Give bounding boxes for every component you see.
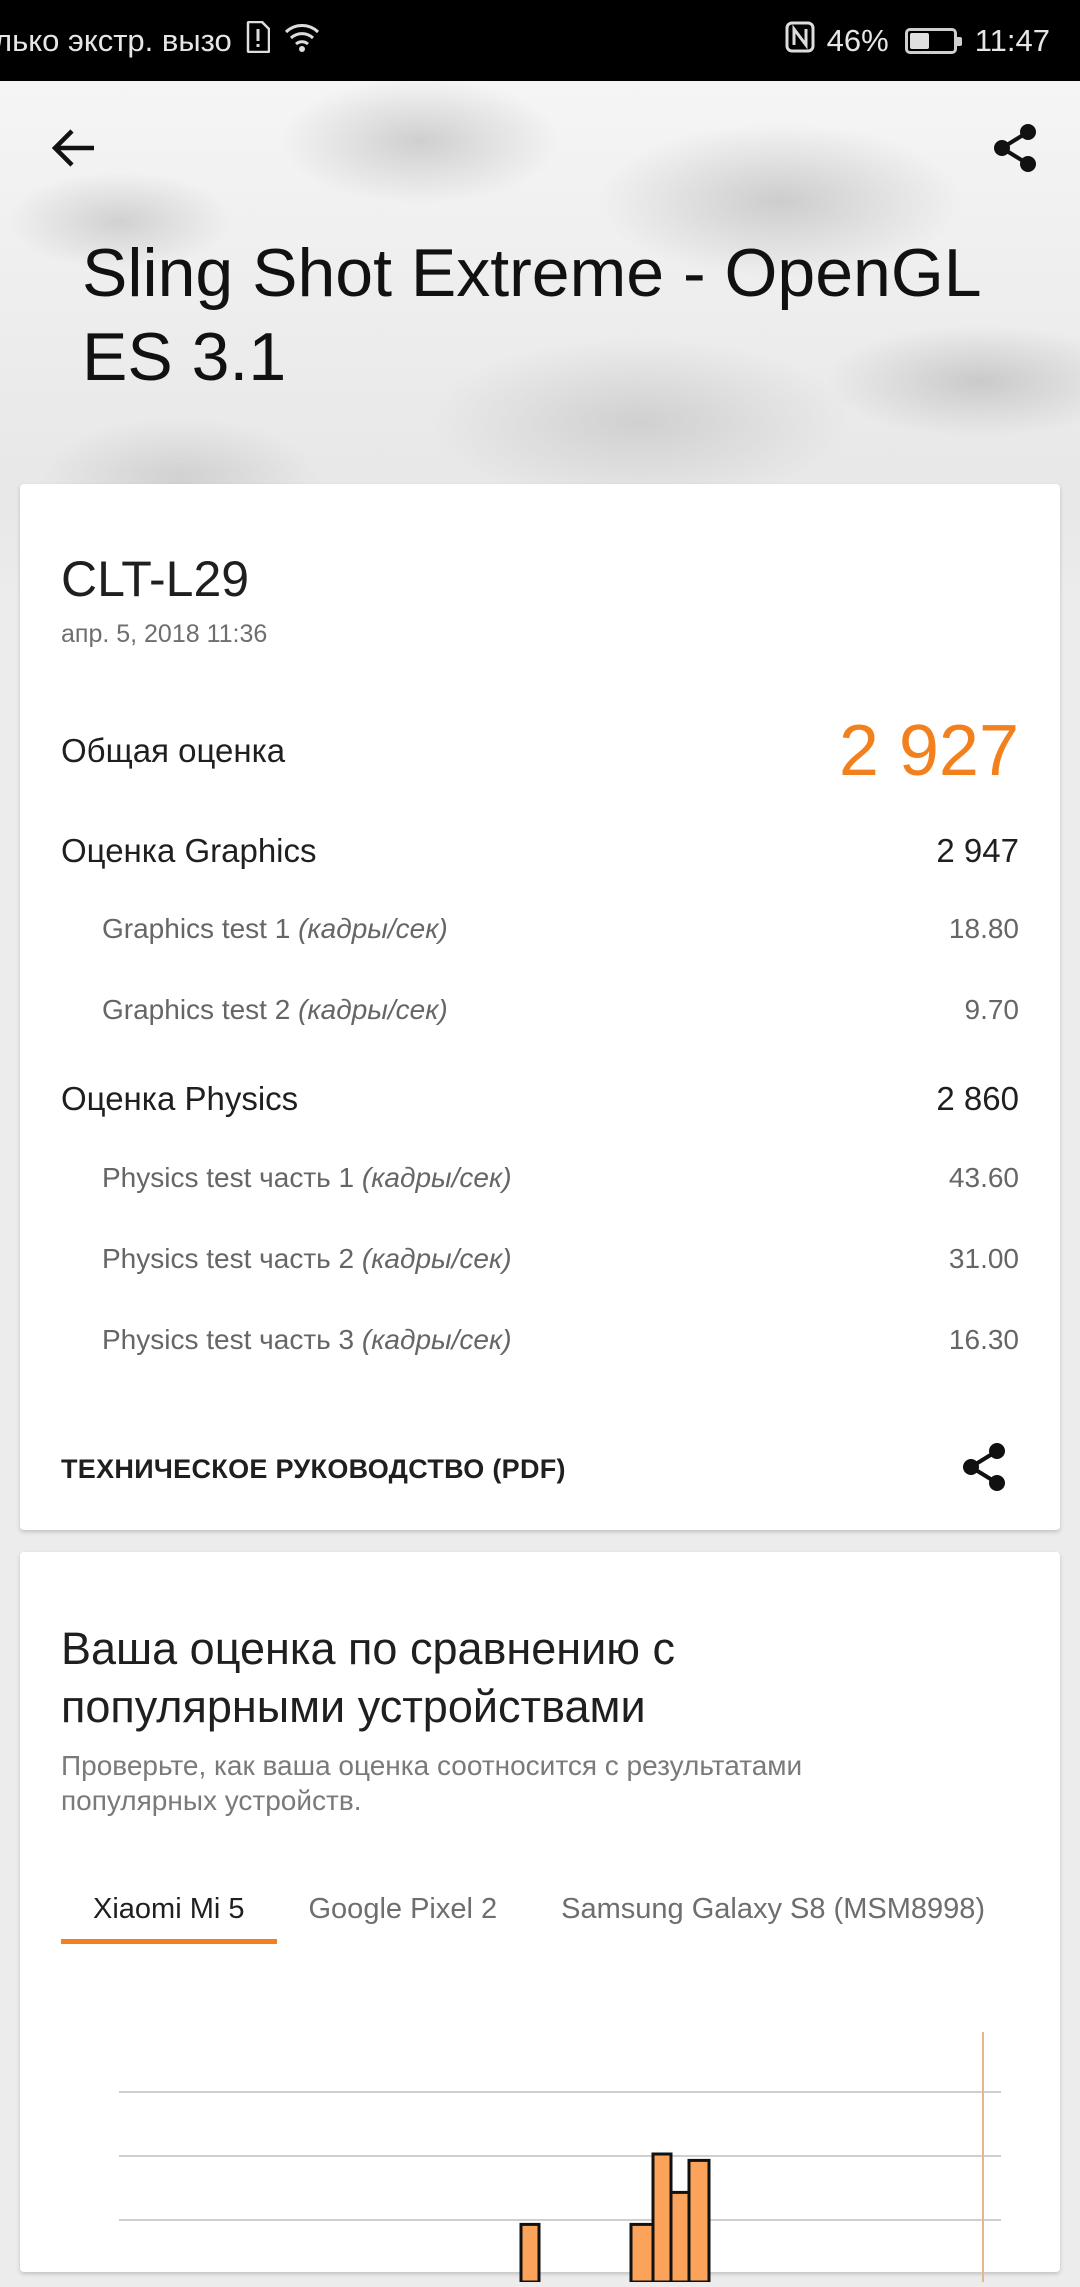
graphics-test-1-value: 18.80 xyxy=(948,913,1019,944)
device-name: CLT-L29 xyxy=(61,551,250,607)
graphics-test-2-unit: (кадры/сек) xyxy=(298,994,448,1025)
graphics-score-value: 2 947 xyxy=(936,832,1019,869)
physics-test-1-label: Physics test часть 1 xyxy=(102,1162,355,1193)
overall-score-row: Общая оценка 2 927 xyxy=(61,706,1019,796)
tab-google-pixel-2[interactable]: Google Pixel 2 xyxy=(277,1874,530,1944)
physics-score-label: Оценка Physics xyxy=(61,1080,299,1117)
physics-test-3-row: Physics test часть 3 (кадры/сек) 16.30 xyxy=(102,1320,1019,1360)
share-icon xyxy=(990,122,1040,179)
histogram-bar xyxy=(629,2222,655,2284)
physics-test-2-value: 31.00 xyxy=(948,1243,1019,1274)
physics-test-1-row: Physics test часть 1 (кадры/сек) 43.60 xyxy=(102,1158,1019,1198)
physics-score-value: 2 860 xyxy=(936,1080,1019,1117)
sim-alert-icon xyxy=(246,20,271,61)
wifi-icon xyxy=(284,21,320,61)
technical-guide-link[interactable]: ТЕХНИЧЕСКОЕ РУКОВОДСТВО (PDF) xyxy=(61,1434,1019,1504)
physics-test-2-label: Physics test часть 2 xyxy=(102,1243,355,1274)
physics-test-3-label: Physics test часть 3 xyxy=(102,1324,355,1355)
comparison-card: Ваша оценка по сравнению с популярными у… xyxy=(20,1552,1060,2284)
graphics-score-row: Оценка Graphics 2 947 xyxy=(61,826,1019,876)
histogram-bar xyxy=(669,2190,691,2284)
share-button[interactable] xyxy=(980,115,1050,185)
clock: 11:47 xyxy=(974,22,1050,58)
physics-test-2-row: Physics test часть 2 (кадры/сек) 31.00 xyxy=(102,1239,1019,1279)
graphics-score-label: Оценка Graphics xyxy=(61,832,317,869)
overall-score-value: 2 927 xyxy=(838,711,1019,791)
graphics-test-2-label: Graphics test 2 xyxy=(102,994,291,1025)
physics-test-2-unit: (кадры/сек) xyxy=(361,1243,512,1274)
graphics-test-1-label: Graphics test 1 xyxy=(102,913,291,944)
tab-samsung-galaxy-s8[interactable]: Samsung Galaxy S8 (MSM8998) xyxy=(529,1874,1017,1944)
comparison-subtitle: Проверьте, как ваша оценка соотносится с… xyxy=(61,1750,803,1816)
physics-test-3-value: 16.30 xyxy=(948,1324,1019,1355)
technical-guide-label: ТЕХНИЧЕСКОЕ РУКОВОДСТВО (PDF) xyxy=(61,1453,566,1484)
graphics-test-1-unit: (кадры/сек) xyxy=(298,913,448,944)
page-title: Sling Shot Extreme - OpenGL ES 3.1 xyxy=(82,235,980,395)
physics-test-1-value: 43.60 xyxy=(948,1162,1019,1193)
comparison-title: Ваша оценка по сравнению с популярными у… xyxy=(61,1623,676,1732)
result-card: CLT-L29 апр. 5, 2018 11:36 Общая оценка … xyxy=(20,484,1060,1530)
score-histogram xyxy=(61,2032,1021,2284)
nfc-icon xyxy=(785,21,815,61)
share-icon xyxy=(959,1441,1009,1498)
battery-icon xyxy=(904,27,962,54)
physics-score-row: Оценка Physics 2 860 xyxy=(61,1074,1019,1124)
status-bar: лько экстр. вызо 46% 11:47 xyxy=(0,0,1080,81)
battery-percent: 46% xyxy=(826,22,889,58)
carrier-text: лько экстр. вызо xyxy=(0,22,232,58)
histogram-bar xyxy=(687,2158,711,2284)
pdf-share-button[interactable] xyxy=(949,1434,1019,1504)
run-date: апр. 5, 2018 11:36 xyxy=(61,620,268,648)
histogram-bar xyxy=(651,2152,673,2284)
arrow-left-icon xyxy=(50,128,96,173)
physics-test-1-unit: (кадры/сек) xyxy=(361,1162,512,1193)
graphics-test-2-value: 9.70 xyxy=(964,994,1020,1025)
histogram-chart xyxy=(119,2032,1001,2284)
battery-level-fill xyxy=(909,32,929,49)
graphics-test-1-row: Graphics test 1 (кадры/сек) 18.80 xyxy=(102,909,1019,949)
overall-score-label: Общая оценка xyxy=(61,732,286,769)
physics-test-3-unit: (кадры/сек) xyxy=(361,1324,512,1355)
histogram-bar xyxy=(519,2222,541,2284)
back-button[interactable] xyxy=(38,115,108,185)
tab-xiaomi-mi-5[interactable]: Xiaomi Mi 5 xyxy=(61,1874,277,1944)
device-tabs: Xiaomi Mi 5 Google Pixel 2 Samsung Galax… xyxy=(61,1874,1017,1944)
graphics-test-2-row: Graphics test 2 (кадры/сек) 9.70 xyxy=(102,990,1019,1030)
